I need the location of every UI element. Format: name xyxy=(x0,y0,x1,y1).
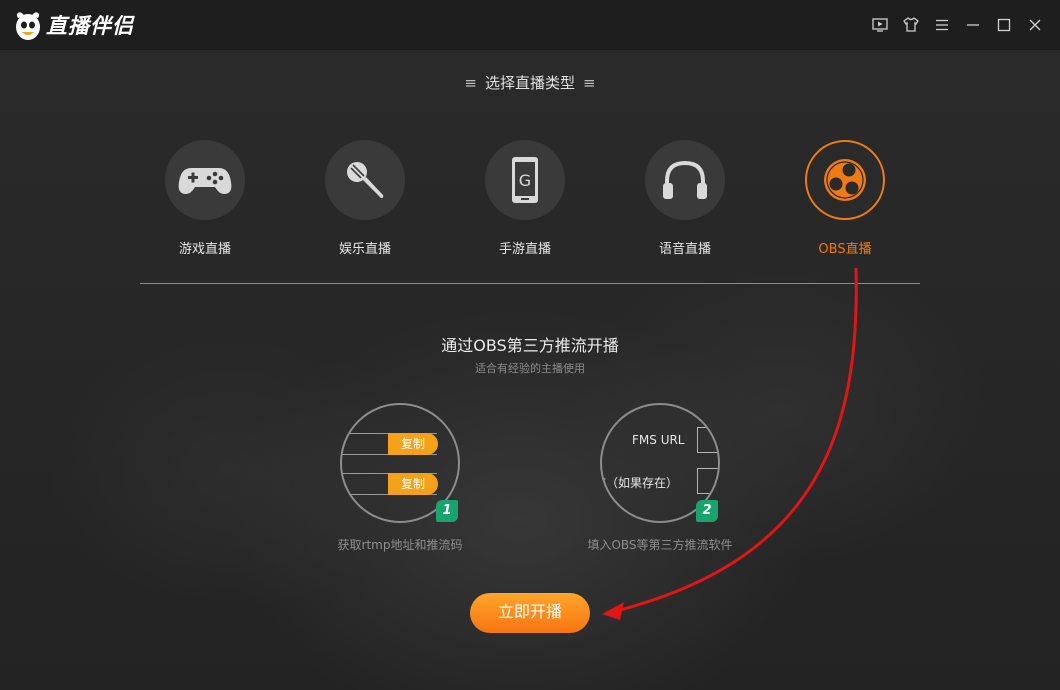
app-title: 直播伴侣 xyxy=(46,14,134,38)
stream-type-mobile[interactable]: G 手游直播 xyxy=(470,140,580,260)
maximize-icon[interactable] xyxy=(994,15,1013,34)
close-icon[interactable] xyxy=(1025,15,1044,34)
section-title-text: 选择直播类型 xyxy=(484,74,575,92)
title-bar: 直播伴侣 xyxy=(0,0,1060,50)
start-broadcast-button[interactable]: 立即开播 xyxy=(470,593,590,633)
obs-subheading: 适合有经验的主播使用 xyxy=(475,362,585,375)
fms-url-label: FMS URL xyxy=(632,433,685,447)
stream-type-label: OBS直播 xyxy=(818,242,872,257)
stream-key-label: 流（如果存在） xyxy=(600,476,679,490)
section-decor-right: ≡ xyxy=(583,74,596,92)
section-title: ≡ 选择直播类型 ≡ xyxy=(0,72,1060,93)
headphones-icon xyxy=(645,140,725,220)
active-tab-divider xyxy=(140,283,920,284)
step-caption-2: 填入OBS等第三方推流软件 xyxy=(587,538,733,552)
stream-type-label: 娱乐直播 xyxy=(338,242,391,257)
step-badge-1: 1 xyxy=(436,500,458,522)
menu-icon[interactable] xyxy=(932,15,951,34)
stream-type-obs[interactable]: OBS直播 xyxy=(790,140,900,260)
copy-button-mock: 复制 xyxy=(388,433,438,455)
microphone-icon xyxy=(325,140,405,220)
stream-type-label: 游戏直播 xyxy=(178,242,231,257)
window-controls xyxy=(870,15,1044,34)
app-logo xyxy=(12,8,44,42)
stream-type-label: 手游直播 xyxy=(498,242,551,257)
copy-button-mock: 复制 xyxy=(388,473,438,495)
phone-icon: G xyxy=(485,140,565,220)
minimize-icon[interactable] xyxy=(963,15,982,34)
stream-type-entertainment[interactable]: 娱乐直播 xyxy=(310,140,420,260)
section-decor-left: ≡ xyxy=(464,74,477,92)
shirt-icon[interactable] xyxy=(901,15,920,34)
obs-heading: 通过OBS第三方推流开播 xyxy=(441,336,619,355)
phone-glyph: G xyxy=(519,171,531,190)
stream-type-game[interactable]: 游戏直播 xyxy=(150,140,260,260)
play-icon[interactable] xyxy=(870,15,889,34)
fms-url-box-mock xyxy=(697,427,718,453)
gamepad-icon xyxy=(165,140,245,220)
stream-key-box-mock xyxy=(697,468,718,494)
stream-type-label: 语音直播 xyxy=(658,242,711,257)
step-caption-1: 获取rtmp地址和推流码 xyxy=(337,538,463,552)
step-badge-2: 2 xyxy=(696,500,718,522)
obs-icon xyxy=(805,140,885,220)
stream-type-voice[interactable]: 语音直播 xyxy=(630,140,740,260)
